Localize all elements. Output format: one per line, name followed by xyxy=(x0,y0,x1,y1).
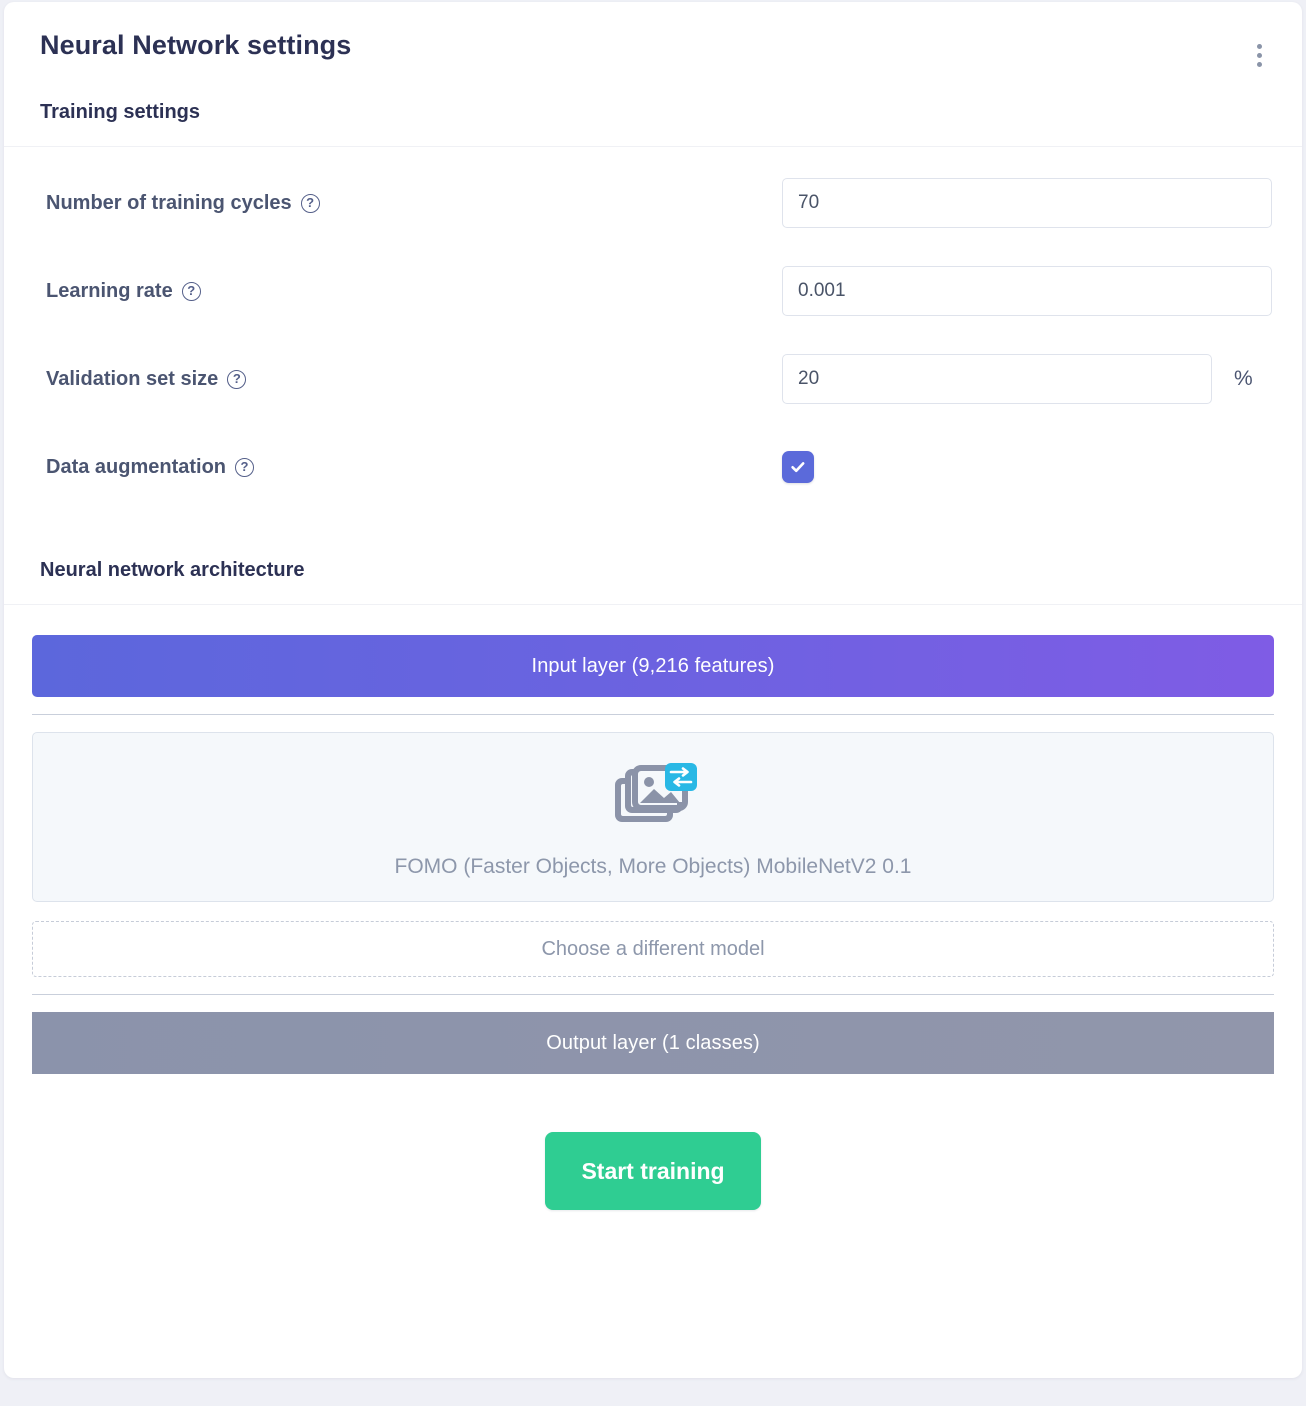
output-layer-label: Output layer (1 classes) xyxy=(546,1032,760,1055)
input-layer-bar: Input layer (9,216 features) xyxy=(32,635,1274,697)
input-layer-label: Input layer (9,216 features) xyxy=(532,655,775,678)
neural-network-settings-card: Neural Network settings Training setting… xyxy=(4,2,1302,1378)
field-wrap-learning-rate xyxy=(782,266,1272,316)
checkmark-icon xyxy=(789,458,807,476)
architecture-body: Input layer (9,216 features) xyxy=(4,605,1302,1210)
field-wrap-training-cycles xyxy=(782,178,1272,228)
data-augmentation-checkbox[interactable] xyxy=(782,451,814,483)
label-text: Number of training cycles xyxy=(46,192,292,215)
output-layer-bar: Output layer (1 classes) xyxy=(32,1012,1274,1074)
label-data-augmentation: Data augmentation ? xyxy=(34,456,782,479)
label-text: Learning rate xyxy=(46,280,173,303)
field-wrap-validation-set-size: % xyxy=(782,354,1272,404)
help-circle-icon[interactable]: ? xyxy=(235,458,254,477)
connector-line-bottom xyxy=(32,994,1274,995)
help-circle-icon[interactable]: ? xyxy=(227,370,246,389)
label-text: Data augmentation xyxy=(46,456,226,479)
field-row-learning-rate: Learning rate ? xyxy=(34,261,1272,321)
kebab-dot xyxy=(1257,62,1262,67)
field-row-validation-set-size: Validation set size ? % xyxy=(34,349,1272,409)
validation-set-size-input[interactable] xyxy=(782,354,1212,404)
learning-rate-input[interactable] xyxy=(782,266,1272,316)
label-training-cycles: Number of training cycles ? xyxy=(34,192,782,215)
choose-different-model-button[interactable]: Choose a different model xyxy=(32,921,1274,977)
start-training-button[interactable]: Start training xyxy=(545,1132,760,1210)
image-transfer-icon xyxy=(53,763,1253,829)
help-circle-icon[interactable]: ? xyxy=(301,194,320,213)
page-title: Neural Network settings xyxy=(40,30,1266,61)
kebab-menu-icon[interactable] xyxy=(1246,40,1272,70)
start-training-row: Start training xyxy=(32,1074,1274,1210)
field-row-training-cycles: Number of training cycles ? xyxy=(34,173,1272,233)
help-circle-icon[interactable]: ? xyxy=(182,282,201,301)
kebab-dot xyxy=(1257,53,1262,58)
kebab-dot xyxy=(1257,44,1262,49)
card-header: Neural Network settings xyxy=(4,2,1302,61)
field-wrap-data-augmentation xyxy=(782,451,1272,483)
percent-unit-label: % xyxy=(1234,367,1253,391)
field-row-data-augmentation: Data augmentation ? xyxy=(34,437,1272,497)
selected-model-card[interactable]: FOMO (Faster Objects, More Objects) Mobi… xyxy=(32,732,1274,902)
label-learning-rate: Learning rate ? xyxy=(34,280,782,303)
connector-line-top xyxy=(32,714,1274,715)
training-settings-heading: Training settings xyxy=(4,61,1302,147)
selected-model-name: FOMO (Faster Objects, More Objects) Mobi… xyxy=(53,855,1253,879)
label-validation-set-size: Validation set size ? xyxy=(34,368,782,391)
label-text: Validation set size xyxy=(46,368,218,391)
training-settings-form: Number of training cycles ? Learning rat… xyxy=(4,147,1302,497)
training-cycles-input[interactable] xyxy=(782,178,1272,228)
choose-different-model-label: Choose a different model xyxy=(541,938,764,961)
architecture-heading: Neural network architecture xyxy=(4,497,1302,605)
